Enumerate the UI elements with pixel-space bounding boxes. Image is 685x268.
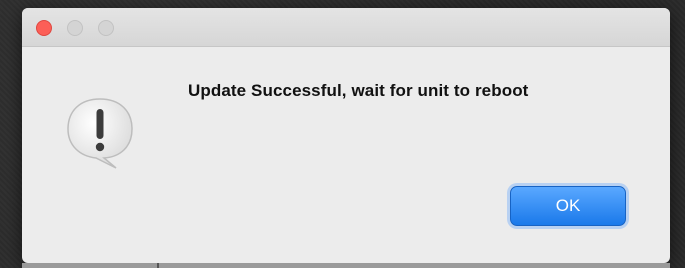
alert-dialog: Update Successful, wait for unit to rebo… xyxy=(22,8,670,263)
title-bar xyxy=(22,8,670,47)
zoom-window-button[interactable] xyxy=(98,20,114,36)
background-divider xyxy=(157,263,159,268)
ok-button[interactable]: OK xyxy=(510,186,626,226)
minimize-window-button[interactable] xyxy=(67,20,83,36)
close-window-button[interactable] xyxy=(36,20,52,36)
alert-exclamation-icon xyxy=(67,98,133,169)
dialog-content: Update Successful, wait for unit to rebo… xyxy=(22,47,670,263)
alert-message: Update Successful, wait for unit to rebo… xyxy=(188,81,529,100)
background-window-edge xyxy=(22,263,670,268)
